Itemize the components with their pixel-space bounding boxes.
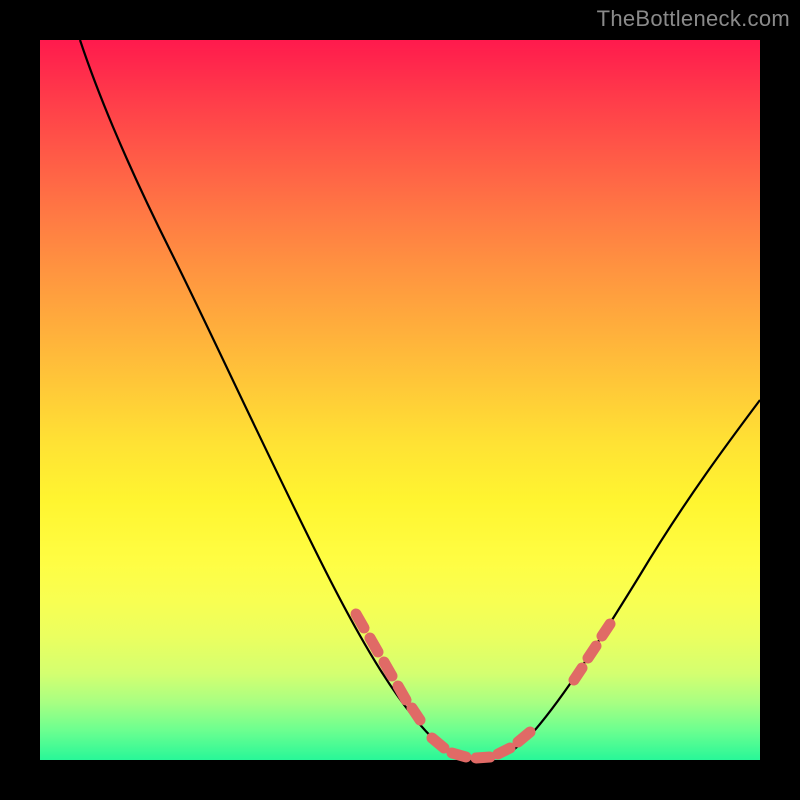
dash-seg bbox=[356, 614, 364, 628]
curve-svg bbox=[40, 40, 760, 760]
chart-frame: TheBottleneck.com bbox=[0, 0, 800, 800]
watermark-text: TheBottleneck.com bbox=[597, 6, 790, 32]
dash-seg bbox=[588, 646, 596, 658]
dash-seg bbox=[398, 686, 406, 700]
plot-area bbox=[40, 40, 760, 760]
highlight-trough-cluster bbox=[432, 732, 530, 758]
dash-seg bbox=[574, 668, 582, 680]
highlight-right-cluster bbox=[574, 624, 610, 680]
dash-seg bbox=[518, 732, 530, 742]
dash-seg bbox=[452, 753, 466, 757]
dash-seg bbox=[498, 748, 510, 754]
dash-seg bbox=[370, 638, 378, 652]
dash-seg bbox=[602, 624, 610, 636]
bottleneck-curve bbox=[80, 40, 760, 759]
dash-seg bbox=[412, 708, 420, 720]
highlight-left-cluster bbox=[356, 614, 420, 720]
dash-seg bbox=[476, 757, 490, 758]
dash-seg bbox=[432, 738, 444, 748]
dash-seg bbox=[384, 662, 392, 676]
